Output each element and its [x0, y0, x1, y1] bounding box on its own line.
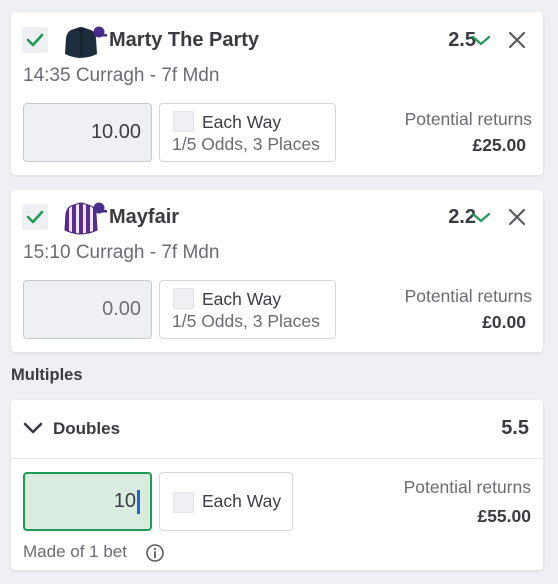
check-icon [26, 33, 44, 47]
each-way-toggle[interactable]: Each Way [159, 472, 293, 531]
each-way-label: Each Way [202, 289, 282, 309]
selection-odds: 2.5 [448, 29, 476, 51]
each-way-terms: 1/5 Odds, 3 Places [172, 311, 320, 331]
selection-card-mayfair: Mayfair 2.2 15:10 Curragh - 7f Mdn 0.00 … [11, 190, 543, 352]
potential-returns-label: Potential returns [404, 286, 532, 306]
each-way-checkbox[interactable] [173, 111, 194, 132]
multiples-section-title: Multiples [11, 366, 83, 384]
chevron-down-icon[interactable] [470, 209, 492, 225]
doubles-header[interactable]: Doubles 5.5 [11, 400, 543, 458]
stake-input[interactable]: 10.00 [23, 103, 152, 162]
potential-returns-value: £0.00 [482, 312, 526, 332]
remove-selection-button[interactable] [507, 207, 527, 227]
runner-name: Mayfair [109, 206, 180, 228]
each-way-toggle[interactable]: Each Way 1/5 Odds, 3 Places [159, 103, 336, 162]
each-way-label: Each Way [202, 491, 282, 511]
potential-returns-value: £55.00 [477, 506, 531, 526]
stake-input[interactable]: 0.00 [23, 280, 152, 339]
check-icon [26, 210, 44, 224]
divider [11, 458, 543, 459]
potential-returns-label: Potential returns [404, 109, 532, 129]
potential-returns-label: Potential returns [403, 477, 531, 497]
selection-checkbox[interactable] [22, 204, 48, 230]
each-way-label: Each Way [202, 112, 282, 132]
race-info: 14:35 Curragh - 7f Mdn [23, 65, 220, 86]
selection-odds: 2.2 [448, 206, 476, 228]
purple-striped-silk-icon [64, 202, 107, 235]
text-caret [137, 489, 140, 514]
remove-selection-button[interactable] [507, 30, 527, 50]
each-way-checkbox[interactable] [173, 288, 194, 309]
doubles-stake-value: 10 [113, 490, 136, 512]
doubles-label: Doubles [53, 419, 121, 438]
race-info: 15:10 Curragh - 7f Mdn [23, 242, 220, 263]
doubles-stake-input[interactable]: 10 [23, 472, 152, 531]
doubles-card: Doubles 5.5 10 Each Way Potential return… [11, 400, 543, 570]
selection-card-marty-the-party: Marty The Party 2.5 14:35 Curragh - 7f M… [11, 12, 543, 175]
runner-name: Marty The Party [109, 29, 260, 51]
chevron-down-icon[interactable] [22, 419, 44, 437]
navy-jacket-silk-icon [65, 26, 107, 58]
chevron-down-icon[interactable] [470, 32, 492, 48]
each-way-terms: 1/5 Odds, 3 Places [172, 134, 320, 154]
info-icon[interactable] [145, 543, 165, 563]
doubles-odds: 5.5 [501, 417, 529, 439]
made-of-bets-text: Made of 1 bet [23, 542, 127, 561]
selection-checkbox[interactable] [22, 27, 48, 53]
potential-returns-value: £25.00 [472, 135, 526, 155]
each-way-checkbox[interactable] [173, 492, 194, 513]
each-way-toggle[interactable]: Each Way 1/5 Odds, 3 Places [159, 280, 336, 339]
